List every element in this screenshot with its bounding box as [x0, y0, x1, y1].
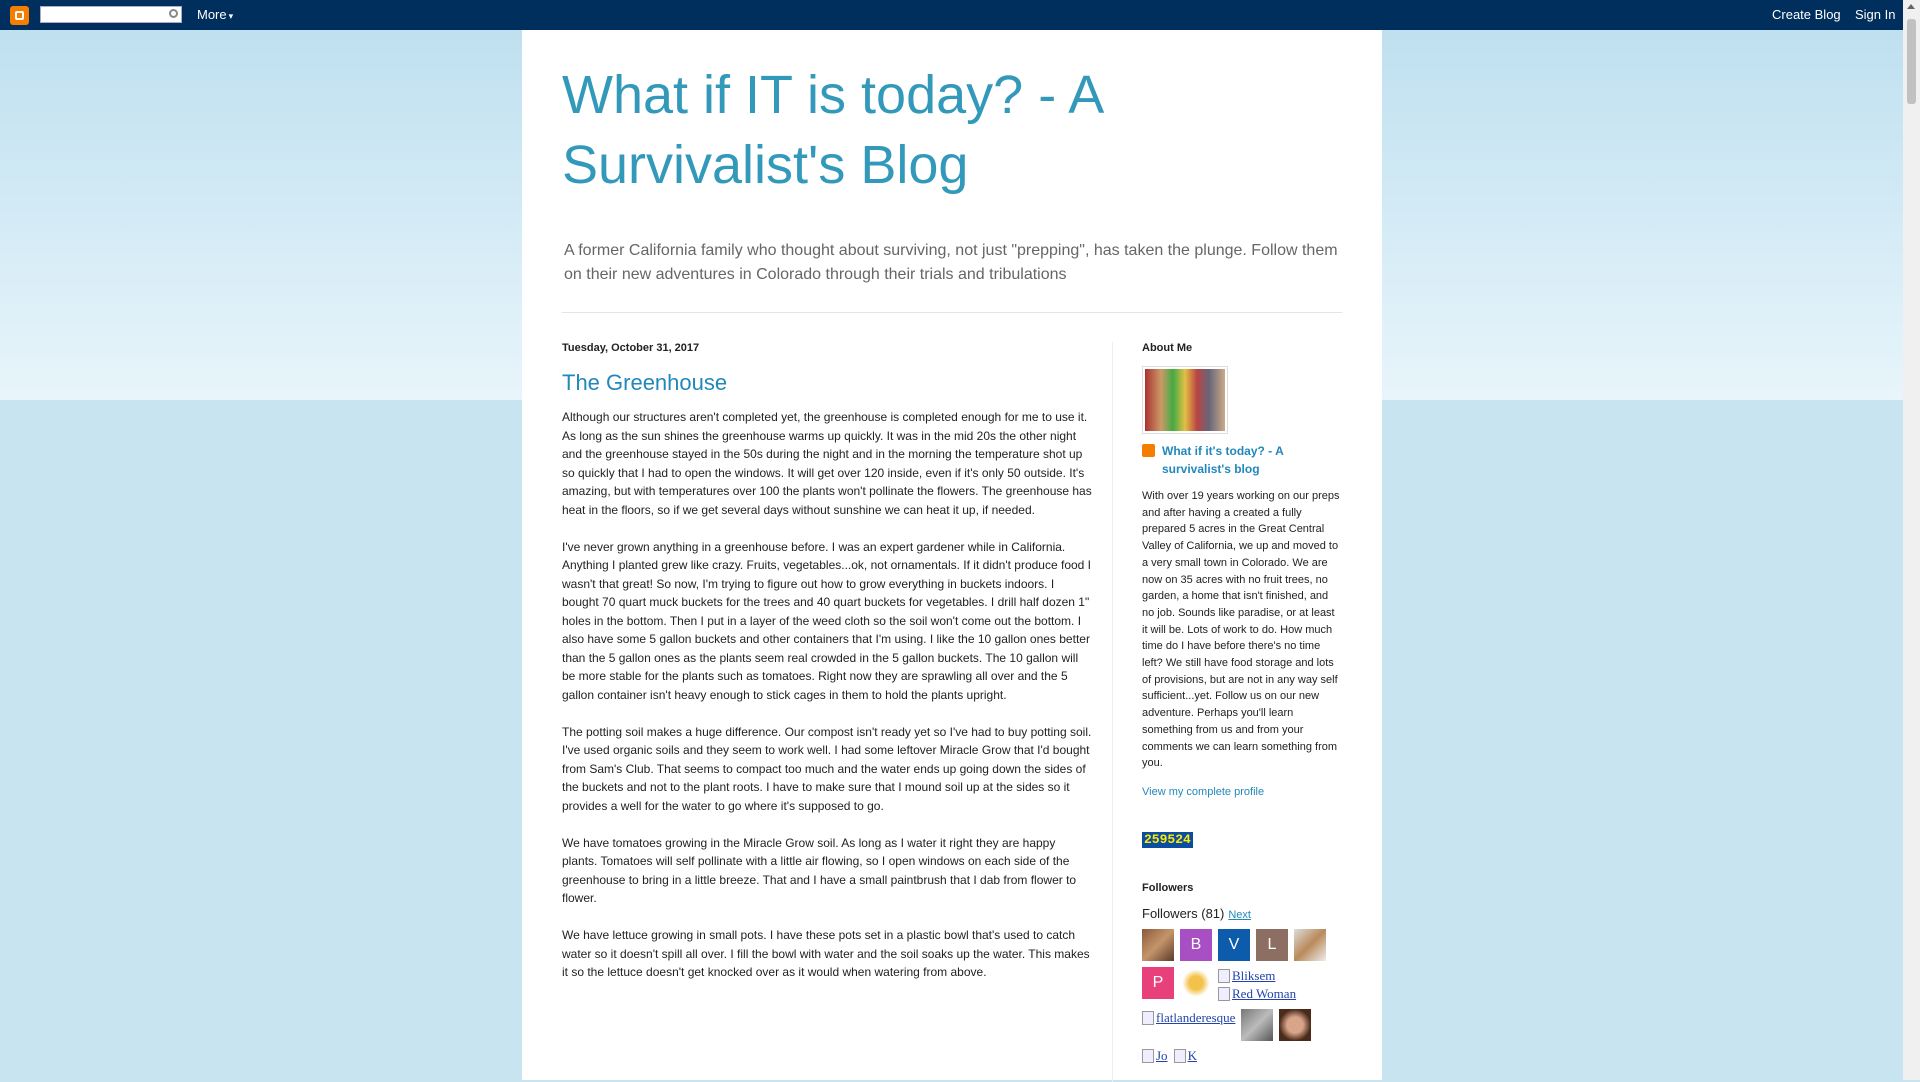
broken-image-icon: [1218, 986, 1230, 1001]
post-title[interactable]: The Greenhouse: [562, 370, 1092, 396]
sidebar: About Me What if it's today? - A surviva…: [1142, 342, 1342, 1071]
followers-row: flatlanderesque: [1142, 1008, 1342, 1041]
about-me-title: About Me: [1142, 342, 1193, 354]
blogger-navbar: More ▾ Create Blog Sign In: [0, 0, 1920, 30]
follower-avatar[interactable]: [1142, 928, 1174, 961]
followers-title: Followers: [1142, 881, 1194, 894]
post-paragraph: The potting soil makes a huge difference…: [562, 724, 1092, 813]
followers-header: Followers (81) Next: [1142, 906, 1342, 921]
follower-broken-image[interactable]: Jo: [1142, 1047, 1168, 1065]
more-menu-button[interactable]: More ▾: [197, 7, 233, 22]
navbar-search-input[interactable]: [40, 6, 182, 23]
follower-avatar[interactable]: B: [1180, 928, 1212, 961]
sign-in-link[interactable]: Sign In: [1855, 7, 1895, 22]
follower-avatar[interactable]: P: [1142, 966, 1174, 999]
follower-name: Red Woman: [1232, 985, 1297, 1001]
follower-broken-image[interactable]: Bliksem: [1218, 967, 1296, 985]
follower-avatar[interactable]: [1180, 966, 1212, 999]
post-paragraph: We have tomatoes growing in the Miracle …: [562, 835, 1077, 906]
followers-next-link[interactable]: Next: [1228, 909, 1251, 921]
follower-broken-image[interactable]: flatlanderesque: [1142, 1009, 1235, 1027]
follower-name: Jo: [1156, 1047, 1168, 1063]
followers-row: B V L: [1142, 928, 1342, 961]
follower-avatar[interactable]: V: [1218, 928, 1250, 961]
broken-image-icon: [1142, 1048, 1154, 1063]
view-profile-link[interactable]: View my complete profile: [1142, 786, 1264, 798]
broken-avatar-stack: Bliksem Red Woman: [1218, 967, 1296, 1003]
profile-name-row: What if it's today? - A survivalist's bl…: [1142, 442, 1342, 478]
post-paragraph: Although our structures aren't completed…: [562, 410, 1092, 517]
content-panel: What if IT is today? - A Survivalist's B…: [522, 30, 1382, 1082]
blogger-logo-icon[interactable]: [10, 6, 29, 25]
blog-post: Tuesday, October 31, 2017 The Greenhouse…: [562, 342, 1092, 1000]
follower-broken-image[interactable]: K: [1173, 1047, 1197, 1065]
broken-image-icon: [1142, 1010, 1154, 1025]
follower-avatar[interactable]: [1294, 928, 1326, 961]
scroll-up-arrow-icon[interactable]: [1907, 4, 1915, 9]
follower-name: Bliksem: [1232, 967, 1276, 983]
page-scrollbar[interactable]: [1903, 0, 1920, 1080]
broken-image-icon: [1173, 1048, 1186, 1063]
sidebar-divider: [1112, 342, 1113, 1082]
profile-photo[interactable]: [1142, 366, 1228, 434]
follower-name: flatlanderesque: [1156, 1009, 1236, 1025]
header-divider: [562, 312, 1342, 313]
more-menu-label: More: [197, 7, 227, 22]
profile-name-link[interactable]: What if it's today? - A survivalist's bl…: [1162, 444, 1283, 476]
create-blog-link[interactable]: Create Blog: [1772, 7, 1841, 22]
follower-name: K: [1187, 1047, 1197, 1063]
scroll-thumb[interactable]: [1907, 19, 1916, 104]
blogger-profile-icon: [1142, 444, 1155, 457]
caret-down-icon: ▾: [228, 11, 234, 21]
follower-broken-image[interactable]: Red Woman: [1218, 985, 1296, 1003]
search-icon[interactable]: [169, 9, 178, 18]
followers-row: Jo K: [1142, 1047, 1342, 1065]
post-paragraph: I've never grown anything in a greenhous…: [562, 539, 1092, 702]
followers-row: P Bliksem Red Woman: [1142, 966, 1342, 1003]
followers-count: Followers (81): [1142, 905, 1225, 921]
blog-title[interactable]: What if IT is today? - A Survivalist's B…: [562, 60, 1302, 200]
follower-avatar[interactable]: [1241, 1008, 1274, 1041]
visitor-counter: 259524: [1142, 831, 1193, 848]
pantry-shelves-image: [1145, 369, 1225, 431]
post-date: Tuesday, October 31, 2017: [562, 342, 700, 354]
follower-avatar[interactable]: L: [1256, 928, 1288, 961]
broken-image-icon: [1218, 968, 1230, 983]
profile-description: With over 19 years working on our preps …: [1142, 490, 1340, 770]
blog-description: A former California family who thought a…: [564, 242, 1338, 283]
follower-avatar[interactable]: [1279, 1008, 1312, 1041]
post-paragraph: We have lettuce growing in small pots. I…: [562, 928, 1090, 979]
